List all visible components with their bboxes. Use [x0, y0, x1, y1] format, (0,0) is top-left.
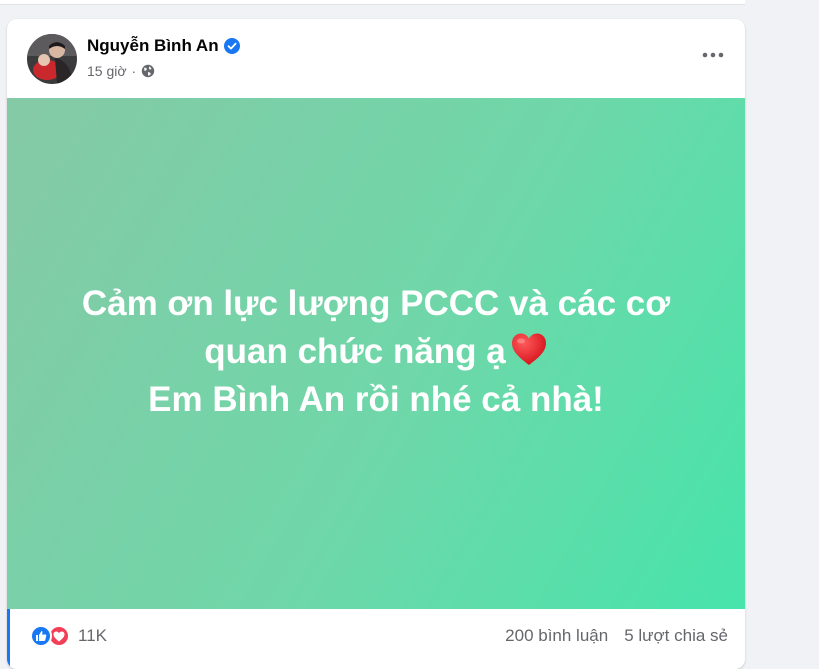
avatar[interactable] — [27, 34, 77, 84]
post-time[interactable]: 15 giờ — [87, 63, 127, 79]
post-colored-background: Cảm ơn lực lượng PCCC và các cơ quan chứ… — [7, 98, 745, 609]
avatar-photo — [27, 34, 77, 84]
shares-count-link[interactable]: 5 lượt chia sẻ — [624, 626, 728, 646]
author-name-link[interactable]: Nguyễn Bình An — [87, 36, 240, 56]
post-text: Cảm ơn lực lượng PCCC và các cơ quan chứ… — [56, 280, 696, 424]
comments-count-link[interactable]: 200 bình luận — [505, 626, 608, 646]
more-options-button[interactable] — [695, 37, 731, 73]
meta-separator: · — [131, 63, 137, 79]
post-footer: 11K 200 bình luận 5 lượt chia sẻ — [7, 609, 745, 669]
post-text-line-3: Em Bình An rồi nhé cả nhà! — [148, 379, 604, 419]
author-name: Nguyễn Bình An — [87, 36, 219, 55]
post-card: Nguyễn Bình An 15 giờ · Cảm ơn lực lượng… — [7, 19, 745, 669]
ellipsis-icon — [702, 52, 724, 58]
reactions-summary[interactable]: 11K — [30, 625, 107, 647]
like-reaction-icon — [30, 625, 52, 647]
engagement-stats: 200 bình luận 5 lượt chia sẻ — [505, 626, 728, 646]
post-text-line-2: quan chức năng ạ — [204, 331, 506, 371]
post-header: Nguyễn Bình An 15 giờ · — [7, 19, 745, 98]
post-text-line-1: Cảm ơn lực lượng PCCC và các cơ — [81, 283, 671, 323]
globe-icon — [141, 64, 155, 78]
verified-badge-icon — [223, 38, 240, 54]
previous-post-card-edge — [0, 0, 745, 5]
red-heart-emoji-icon — [510, 332, 548, 368]
post-meta: 15 giờ · — [87, 63, 155, 79]
reaction-count: 11K — [78, 626, 107, 645]
